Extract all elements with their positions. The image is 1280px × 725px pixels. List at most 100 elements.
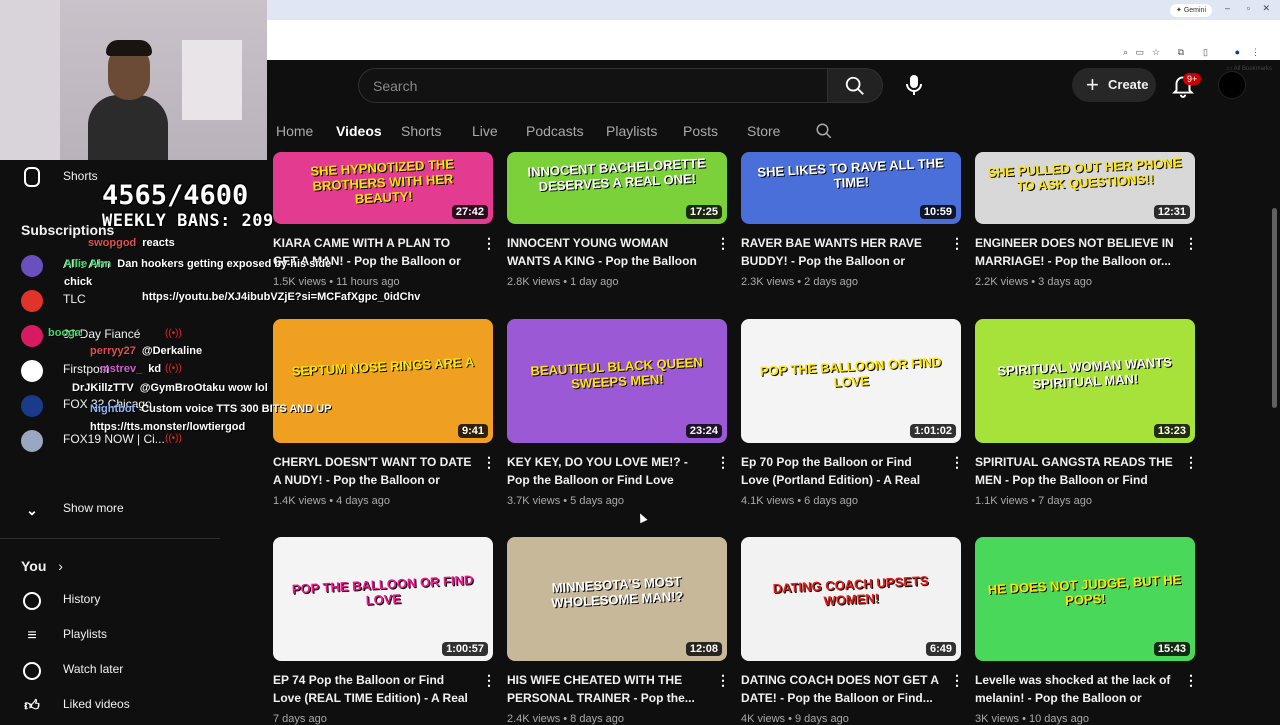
maximize-icon[interactable]: ▫ xyxy=(1247,3,1250,13)
voice-search-button[interactable] xyxy=(896,68,931,103)
more-options-icon[interactable]: ⋮ xyxy=(482,235,496,252)
sidebar-divider xyxy=(0,538,220,539)
chat-username: perryy27 xyxy=(90,345,136,357)
tab-shorts[interactable]: Shorts xyxy=(401,123,441,139)
chat-message: Allie Ahn Dan hookers getting exposed by … xyxy=(64,255,334,291)
upload-age: 8 days ago xyxy=(570,713,624,725)
mouse-cursor xyxy=(636,511,648,524)
thumbnail-text: SHE LIKES TO RAVE ALL THE TIME! xyxy=(757,155,945,191)
menu-icon[interactable]: ⋮ xyxy=(1251,47,1260,58)
video-title[interactable]: KEY KEY, DO YOU LOVE ME!? - Pop the Ball… xyxy=(507,453,707,489)
meta-separator: • xyxy=(785,713,795,725)
watch-later-icon xyxy=(23,662,41,680)
playlists-icon: ≡ xyxy=(27,627,37,644)
video-title[interactable]: EP 74 Pop the Balloon or Find Love (REAL… xyxy=(273,671,473,707)
video-thumbnail[interactable]: SHE PULLED OUT HER PHONE TO ASK QUESTION… xyxy=(975,152,1195,224)
more-options-icon[interactable]: ⋮ xyxy=(716,672,730,689)
view-count: 2.4K views xyxy=(507,713,561,725)
avatar-icon xyxy=(21,255,43,277)
profile-icon[interactable]: ● xyxy=(1235,47,1240,57)
video-thumbnail[interactable]: POP THE BALLOON OR FIND LOVE 1:00:57 xyxy=(273,537,493,661)
page-scrollbar[interactable] xyxy=(1272,208,1277,408)
view-count: 2.2K views xyxy=(975,276,1029,288)
sidebar-item-playlists[interactable]: ≡ Playlists xyxy=(0,618,220,653)
more-options-icon[interactable]: ⋮ xyxy=(950,454,964,471)
minimize-icon[interactable]: – xyxy=(1225,3,1230,13)
browser-tab-strip: ✦ Gemini – ▫ ✕ xyxy=(267,0,1280,20)
sidebar-item-watch-later[interactable]: Watch later xyxy=(0,653,220,688)
video-thumbnail[interactable]: SHE LIKES TO RAVE ALL THE TIME! 10:59 xyxy=(741,152,961,224)
video-title[interactable]: SPIRITUAL GANGSTA READS THE MEN - Pop th… xyxy=(975,453,1175,489)
thumbnail-text: MINNESOTA'S MOST WHOLESOME MAN!? xyxy=(551,573,684,611)
account-avatar[interactable] xyxy=(1218,71,1246,99)
video-title[interactable]: DATING COACH DOES NOT GET A DATE! - Pop … xyxy=(741,671,941,707)
extensions-icon[interactable]: ⧉ xyxy=(1178,47,1184,58)
search-button[interactable] xyxy=(827,68,883,103)
view-count: 4K views xyxy=(741,713,786,725)
video-meta: 2.8K views • 1 day ago xyxy=(507,276,727,288)
notification-badge: 9+ xyxy=(1183,73,1202,85)
sidebar-icon[interactable]: ▯ xyxy=(1203,47,1208,58)
video-thumbnail[interactable]: DATING COACH UPSETS WOMEN! 6:49 xyxy=(741,537,961,661)
video-duration: 15:43 xyxy=(1153,642,1190,656)
tab-podcasts[interactable]: Podcasts xyxy=(526,123,584,139)
chat-username: booga xyxy=(48,327,81,339)
zoom-icon[interactable]: ⌕ xyxy=(1123,47,1128,58)
more-options-icon[interactable]: ⋮ xyxy=(950,235,964,252)
tab-home[interactable]: Home xyxy=(276,123,313,139)
bookmark-star-icon[interactable]: ☆ xyxy=(1152,47,1160,58)
video-thumbnail[interactable]: SHE HYPNOTIZED THE BROTHERS WITH HER BEA… xyxy=(273,152,493,224)
video-thumbnail[interactable]: POP THE BALLOON OR FIND LOVE 1:01:02 xyxy=(741,319,961,443)
video-duration: 10:59 xyxy=(919,205,956,219)
video-title[interactable]: Ep 70 Pop the Balloon or Find Love (Port… xyxy=(741,453,941,489)
video-meta: 2.4K views • 8 days ago xyxy=(507,713,727,725)
chat-username: swopgod xyxy=(88,237,137,249)
show-more-button[interactable]: ⌄ Show more xyxy=(0,492,220,527)
chevron-right-icon: › xyxy=(58,558,63,574)
sidebar-item-liked-videos[interactable]: 👍︎ Liked videos xyxy=(0,688,220,723)
more-options-icon[interactable]: ⋮ xyxy=(1184,454,1198,471)
chat-username: mstrev_ xyxy=(100,363,143,375)
more-options-icon[interactable]: ⋮ xyxy=(1184,235,1198,252)
tab-playlists[interactable]: Playlists xyxy=(606,123,657,139)
video-thumbnail[interactable]: MINNESOTA'S MOST WHOLESOME MAN!? 12:08 xyxy=(507,537,727,661)
close-icon[interactable]: ✕ xyxy=(1262,3,1270,14)
more-options-icon[interactable]: ⋮ xyxy=(482,672,496,689)
meta-separator: • xyxy=(1019,713,1029,725)
chat-message: DrJKillzTTV @GymBroOtaku wow lol xyxy=(72,382,268,394)
subscriptions-heading[interactable]: Subscriptions xyxy=(21,222,114,238)
create-button[interactable]: + Create xyxy=(1072,68,1156,102)
sidebar-item-history[interactable]: History xyxy=(0,583,220,618)
more-options-icon[interactable]: ⋮ xyxy=(716,235,730,252)
streamer-body xyxy=(88,95,168,160)
channel-search-icon[interactable] xyxy=(815,122,833,140)
tab-posts[interactable]: Posts xyxy=(683,123,718,139)
more-options-icon[interactable]: ⋮ xyxy=(1184,672,1198,689)
video-title[interactable]: ENGINEER DOES NOT BELIEVE IN MARRIAGE! -… xyxy=(975,234,1175,270)
video-title[interactable]: HIS WIFE CHEATED WITH THE PERSONAL TRAIN… xyxy=(507,671,707,707)
tab-live[interactable]: Live xyxy=(472,123,498,139)
webcam-door xyxy=(0,0,60,160)
more-options-icon[interactable]: ⋮ xyxy=(716,454,730,471)
video-thumbnail[interactable]: SPIRITUAL WOMAN WANTS SPIRITUAL MAN! 13:2… xyxy=(975,319,1195,443)
video-duration: 17:25 xyxy=(685,205,722,219)
thumbnail-text: HE DOES NOT JUDGE, BUT HE POPS! xyxy=(987,571,1182,609)
browser-toolbar: ⌕ ▭ ☆ ⧉ ▯ ● ⋮ ▭ All Bookmarks xyxy=(267,20,1280,72)
cast-icon[interactable]: ▭ xyxy=(1135,47,1144,58)
video-thumbnail[interactable]: HE DOES NOT JUDGE, BUT HE POPS! 15:43 xyxy=(975,537,1195,661)
video-title[interactable]: RAVER BAE WANTS HER RAVE BUDDY! - Pop th… xyxy=(741,234,941,270)
tab-store[interactable]: Store xyxy=(747,123,780,139)
you-heading[interactable]: You › xyxy=(21,558,63,574)
gemini-button[interactable]: ✦ Gemini xyxy=(1170,4,1212,17)
more-options-icon[interactable]: ⋮ xyxy=(482,454,496,471)
video-title[interactable]: INNOCENT YOUNG WOMAN WANTS A KING - Pop … xyxy=(507,234,707,270)
microphone-icon xyxy=(906,75,922,95)
video-thumbnail[interactable]: BEAUTIFUL BLACK QUEEN SWEEPS MEN! 23:24 xyxy=(507,319,727,443)
video-thumbnail[interactable]: INNOCENT BACHELORETTE DESERVES A REAL ON… xyxy=(507,152,727,224)
webcam-window xyxy=(182,40,242,120)
tab-videos[interactable]: Videos xyxy=(336,123,382,139)
more-options-icon[interactable]: ⋮ xyxy=(950,672,964,689)
video-title[interactable]: CHERYL DOESN'T WANT TO DATE A NUDY! - Po… xyxy=(273,453,473,489)
video-title[interactable]: Levelle was shocked at the lack of melan… xyxy=(975,671,1175,707)
search-input[interactable] xyxy=(359,69,827,102)
